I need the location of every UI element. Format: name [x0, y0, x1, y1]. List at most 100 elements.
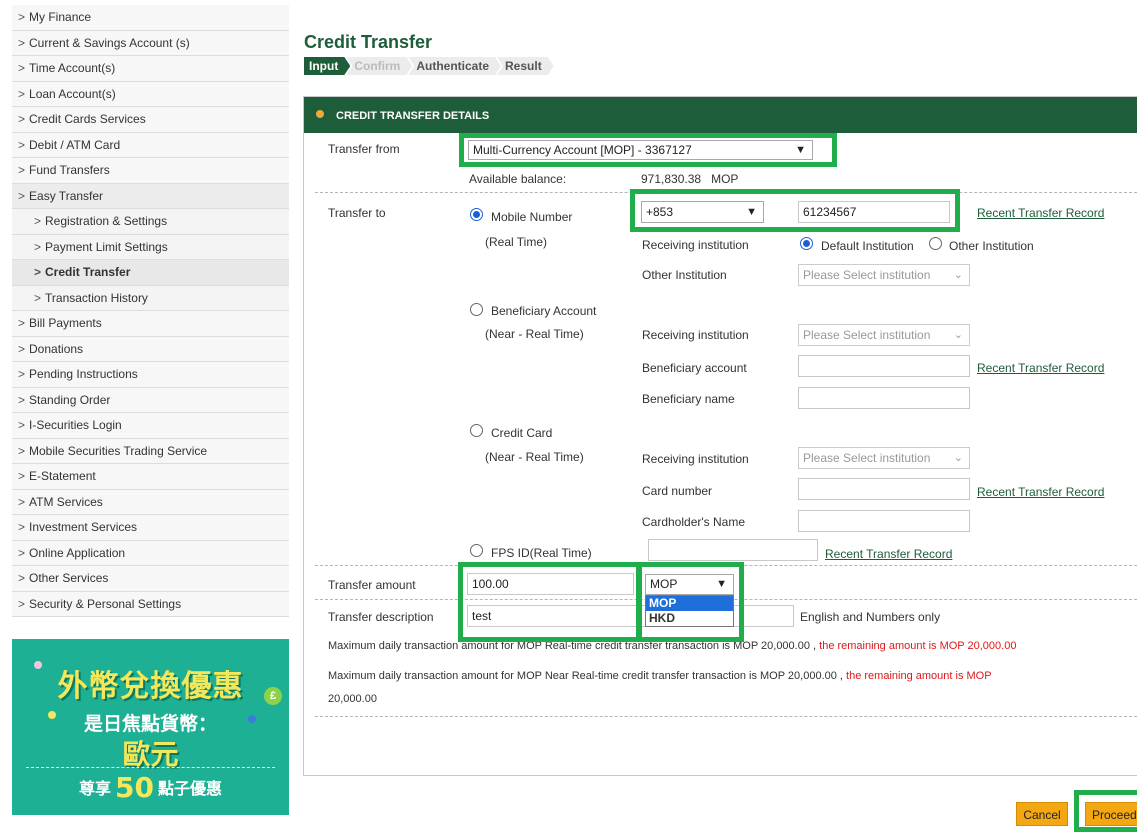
beneficiary-account-radio[interactable]	[470, 303, 483, 316]
sidebar-item-label: ATM Services	[29, 494, 103, 509]
chevron-right-icon: >	[18, 571, 26, 585]
sidebar-item-donations[interactable]: > Donations	[12, 336, 289, 362]
chevron-right-icon: >	[18, 520, 26, 534]
sidebar-item-debit-atm[interactable]: > Debit / ATM Card	[12, 132, 289, 158]
sidebar-item-credit-cards[interactable]: > Credit Cards Services	[12, 107, 289, 133]
sidebar-item-other-services[interactable]: > Other Services	[12, 566, 289, 592]
beneficiary-institution-select[interactable]: Please Select institution ⌄	[798, 324, 970, 346]
description-hint: English and Numbers only	[800, 610, 941, 624]
sidebar-item-my-finance[interactable]: > My Finance	[12, 5, 289, 31]
divider	[315, 192, 1137, 193]
sidebar-item-payment-limit[interactable]: > Payment Limit Settings	[12, 234, 289, 260]
chevron-right-icon: >	[18, 341, 26, 356]
sidebar-item-loan-account[interactable]: > Loan Account(s)	[12, 81, 289, 107]
transfer-description-input[interactable]: test	[467, 605, 794, 627]
bullet-icon	[316, 110, 324, 118]
chevron-right-icon: >	[34, 290, 42, 305]
sidebar-item-online-application[interactable]: > Online Application	[12, 540, 289, 566]
mobile-number-radio[interactable]	[470, 208, 483, 221]
sidebar-item-transaction-history[interactable]: > Transaction History	[12, 285, 289, 311]
sidebar-item-label: Credit Cards Services	[29, 112, 146, 126]
fps-id-input[interactable]	[648, 539, 818, 561]
banner-subline: 是日焦點貨幣：	[83, 713, 217, 735]
chevron-down-icon: ⌄	[953, 329, 963, 341]
sidebar-item-label: Other Services	[29, 571, 109, 585]
currency-option-hkd[interactable]: HKD	[646, 611, 733, 626]
mobile-real-time-label: (Real Time)	[485, 235, 548, 249]
beneficiary-name-label: Beneficiary name	[642, 392, 735, 406]
chevron-down-icon: ▼	[795, 144, 806, 156]
credit-card-near-real-time-label: (Near - Real Time)	[485, 450, 584, 464]
beneficiary-receiving-institution-label: Receiving institution	[642, 328, 749, 342]
country-code-value: +853	[646, 205, 674, 219]
sidebar-item-e-statement[interactable]: > E-Statement	[12, 464, 289, 490]
chevron-right-icon: >	[18, 35, 26, 50]
sidebar-item-bill-payments[interactable]: > Bill Payments	[12, 311, 289, 337]
divider	[315, 716, 1137, 717]
cardholder-name-input[interactable]	[798, 510, 970, 532]
banner-offer: 尊享 50 點子優惠	[12, 771, 289, 804]
cancel-button[interactable]: Cancel	[1016, 802, 1068, 826]
recent-transfer-record-link[interactable]: Recent Transfer Record	[977, 361, 1104, 375]
chevron-right-icon: >	[18, 392, 26, 407]
recent-transfer-record-link[interactable]: Recent Transfer Record	[825, 547, 952, 561]
sidebar-item-label: Current & Savings Account (s)	[29, 35, 190, 50]
sidebar-item-i-securities[interactable]: > I-Securities Login	[12, 413, 289, 439]
country-code-select[interactable]: +853 ▼	[641, 201, 764, 223]
real-time-limit-text: Maximum daily transaction amount for MOP…	[328, 640, 817, 652]
fps-id-radio[interactable]	[470, 544, 483, 557]
mobile-number-input[interactable]: 61234567	[798, 201, 950, 223]
beneficiary-near-real-time-label: (Near - Real Time)	[485, 327, 584, 341]
balance-currency: MOP	[711, 172, 739, 186]
chevron-right-icon: >	[18, 596, 26, 611]
other-institution-select[interactable]: Please Select institution ⌄	[798, 264, 970, 286]
chevron-right-icon: >	[18, 469, 26, 483]
fx-promo-banner[interactable]: £ 外幣兌換優惠 是日焦點貨幣： 歐元 尊享 50 點子優惠	[12, 639, 289, 815]
credit-card-institution-select[interactable]: Please Select institution ⌄	[798, 447, 970, 469]
transfer-from-select[interactable]: Multi-Currency Account [MOP] - 3367127 ▼	[468, 140, 813, 160]
sidebar-item-current-savings[interactable]: > Current & Savings Account (s)	[12, 30, 289, 56]
sidebar-item-label: Transaction History	[45, 290, 148, 305]
sidebar-item-pending-instructions[interactable]: > Pending Instructions	[12, 362, 289, 388]
banner-offer-prefix: 尊享	[79, 779, 112, 798]
sidebar-item-registration-settings[interactable]: > Registration & Settings	[12, 209, 289, 235]
card-number-input[interactable]	[798, 478, 970, 500]
currency-select[interactable]: MOP ▼	[645, 574, 734, 595]
chevron-down-icon: ▼	[746, 206, 757, 218]
chevron-right-icon: >	[18, 61, 26, 75]
available-balance-label: Available balance:	[469, 172, 567, 186]
transfer-amount-input[interactable]: 100.00	[467, 573, 634, 595]
beneficiary-account-input[interactable]	[798, 355, 970, 377]
sidebar-item-time-account[interactable]: > Time Account(s)	[12, 56, 289, 82]
default-institution-radio[interactable]	[800, 237, 813, 250]
sidebar-item-label: Bill Payments	[29, 316, 102, 330]
sidebar-item-credit-transfer[interactable]: > Credit Transfer	[12, 260, 289, 286]
sidebar-item-easy-transfer[interactable]: > Easy Transfer	[12, 183, 289, 209]
beneficiary-name-input[interactable]	[798, 387, 970, 409]
other-institution-radio[interactable]	[929, 237, 942, 250]
credit-card-option-label: Credit Card	[491, 426, 553, 440]
sidebar-item-fund-transfers[interactable]: > Fund Transfers	[12, 158, 289, 184]
sidebar-item-investment-services[interactable]: > Investment Services	[12, 515, 289, 541]
step-authenticate: Authenticate	[408, 57, 501, 75]
currency-option-mop[interactable]: MOP	[646, 596, 733, 611]
chevron-right-icon: >	[18, 443, 26, 458]
sidebar-item-standing-order[interactable]: > Standing Order	[12, 387, 289, 413]
near-real-time-remaining-amount: 20,000.00	[328, 693, 377, 705]
credit-card-radio[interactable]	[470, 424, 483, 437]
recent-transfer-record-link[interactable]: Recent Transfer Record	[977, 206, 1104, 220]
recent-transfer-record-link[interactable]: Recent Transfer Record	[977, 485, 1104, 499]
sidebar-item-security-settings[interactable]: > Security & Personal Settings	[12, 591, 289, 617]
sidebar-item-mobile-securities[interactable]: > Mobile Securities Trading Service	[12, 438, 289, 464]
other-institution-label: Other Institution	[642, 268, 727, 282]
chevron-right-icon: >	[18, 86, 26, 101]
institution-placeholder: Please Select institution	[803, 451, 931, 465]
proceed-button[interactable]: Proceed	[1085, 802, 1137, 826]
credit-card-receiving-institution-label: Receiving institution	[642, 452, 749, 466]
sidebar-item-label: Donations	[29, 341, 84, 356]
near-real-time-limit-text: Maximum daily transaction amount for MOP…	[328, 670, 843, 682]
sidebar-item-atm-services[interactable]: > ATM Services	[12, 489, 289, 515]
beneficiary-account-option-label: Beneficiary Account	[491, 304, 597, 318]
divider	[315, 565, 1137, 566]
chevron-right-icon: >	[18, 188, 26, 203]
